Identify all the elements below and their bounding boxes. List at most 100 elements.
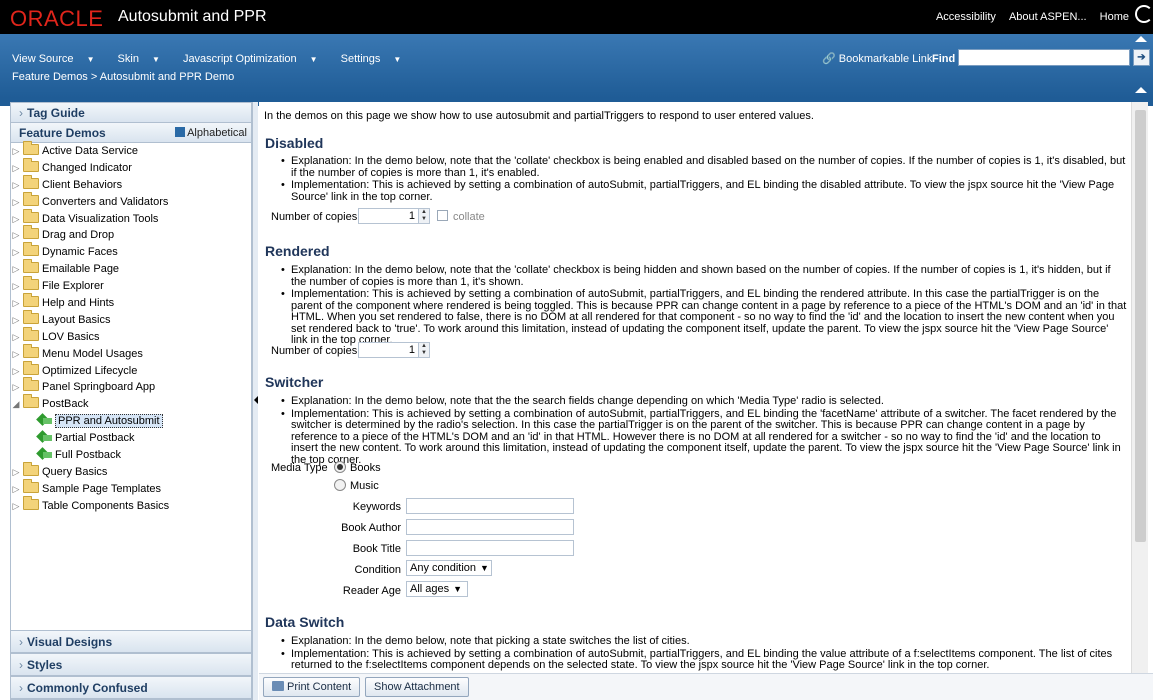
tree-node[interactable]: Full Postback <box>11 447 251 464</box>
media-books-radio[interactable] <box>334 461 346 473</box>
tree-node-label: Dynamic Faces <box>42 246 118 259</box>
section-switcher-title: Switcher <box>265 374 324 390</box>
show-attachment-label: Show Attachment <box>374 681 460 693</box>
printer-icon <box>272 681 284 691</box>
bookmarkable-link[interactable]: 🔗 Bookmarkable Link <box>822 52 932 65</box>
tree-node[interactable]: ▷ Emailable Page <box>11 259 251 278</box>
media-music-radio[interactable] <box>334 479 346 491</box>
tree-node[interactable]: ▷ Changed Indicator <box>11 157 251 177</box>
collapsed-triangle-icon[interactable]: ▷ <box>11 278 21 295</box>
book-title-input[interactable] <box>406 540 574 556</box>
show-attachment-button[interactable]: Show Attachment <box>365 677 469 697</box>
collapsed-triangle-icon[interactable]: ▷ <box>11 464 21 481</box>
tree-node[interactable]: ▷ Data Visualization Tools <box>11 208 251 228</box>
chevron-down-icon: ▼ <box>480 563 489 573</box>
menu-settings[interactable]: Settings ▼ <box>341 53 412 65</box>
tree-node[interactable]: ▷ Optimized Lifecycle <box>11 360 251 380</box>
condition-select[interactable]: Any condition ▼ <box>406 560 492 576</box>
chevron-right-icon: › <box>19 658 23 672</box>
tree-node[interactable]: ▷ Menu Model Usages <box>11 343 251 363</box>
book-author-input[interactable] <box>406 519 574 535</box>
collapsed-triangle-icon[interactable]: ▷ <box>11 346 21 363</box>
app-title: Autosubmit and PPR <box>118 8 267 25</box>
collapsed-triangle-icon[interactable]: ▷ <box>11 244 21 261</box>
collate-checkbox[interactable] <box>437 210 448 221</box>
about-link[interactable]: About ASPEN... <box>1009 11 1087 23</box>
tree-node-label: Panel Springboard App <box>42 381 156 394</box>
collapsed-triangle-icon[interactable]: ▷ <box>11 211 21 228</box>
tree-node[interactable]: ▷ Panel Springboard App <box>11 377 251 396</box>
tree-node[interactable]: Partial Postback <box>11 430 251 447</box>
copies-label: Number of copies <box>271 211 358 223</box>
tree-node[interactable]: ▷ Client Behaviors <box>11 174 251 194</box>
tree-node[interactable]: ▷ Active Data Service <box>11 141 251 160</box>
accordion-feature-demos[interactable]: Feature Demos Alphabetical <box>11 123 251 143</box>
copies-spinner[interactable]: 1 ▲ ▼ <box>358 342 430 358</box>
branding-bar: ORACLE Autosubmit and PPR Accessibility … <box>0 0 1153 34</box>
accordion-tag-guide[interactable]: › Tag Guide <box>11 103 251 123</box>
tree-node-label: Optimized Lifecycle <box>42 364 138 377</box>
folder-icon <box>23 141 39 155</box>
tree-node[interactable]: ▷ Sample Page Templates <box>11 478 251 498</box>
collapsed-triangle-icon[interactable]: ▷ <box>11 194 21 211</box>
expanded-triangle-icon[interactable]: ◢ <box>11 396 21 413</box>
keywords-input[interactable] <box>406 498 574 514</box>
tree-node[interactable]: ▷ Dynamic Faces <box>11 242 251 261</box>
spinner-arrows-icon[interactable]: ▲ ▼ <box>418 343 429 357</box>
tree-node-label: Full Postback <box>55 449 122 462</box>
folder-icon <box>23 208 39 223</box>
main-scrollbar[interactable] <box>1131 102 1148 673</box>
tree-node[interactable]: ▷ Layout Basics <box>11 309 251 329</box>
collapsed-triangle-icon[interactable]: ▷ <box>11 143 21 160</box>
copies-spinner[interactable]: 1 ▲ ▼ <box>358 208 430 224</box>
tree-node[interactable]: ▷ Drag and Drop <box>11 225 251 244</box>
collapsed-triangle-icon[interactable]: ▷ <box>11 177 21 194</box>
tree-node[interactable]: ▷ File Explorer <box>11 276 251 295</box>
alphabetical-toggle[interactable]: Alphabetical <box>175 123 247 143</box>
find-label: Find <box>932 53 956 65</box>
collapsed-triangle-icon[interactable]: ▷ <box>11 261 21 278</box>
collapsed-triangle-icon[interactable]: ▷ <box>11 227 21 244</box>
collapsed-triangle-icon[interactable]: ▷ <box>11 379 21 396</box>
accordion-visual-designs[interactable]: › Visual Designs <box>11 630 251 653</box>
tree-node[interactable]: ▷ Converters and Validators <box>11 191 251 211</box>
collapsed-triangle-icon[interactable]: ▷ <box>11 498 21 515</box>
panel-splitter[interactable] <box>252 102 258 700</box>
tree-node[interactable]: ▷ Help and Hints <box>11 293 251 312</box>
find-go-button[interactable]: ➔ <box>1133 49 1150 66</box>
accordion-commonly-confused[interactable]: › Commonly Confused <box>11 676 251 699</box>
menu-view-source[interactable]: View Source ▼ <box>12 53 104 65</box>
print-content-button[interactable]: Print Content <box>263 677 361 697</box>
media-type-label: Media Type <box>271 462 328 474</box>
collapsed-triangle-icon[interactable]: ▷ <box>11 312 21 329</box>
spinner-arrows-icon[interactable]: ▲ ▼ <box>418 209 429 223</box>
folder-icon <box>23 495 39 510</box>
scrollbar-thumb[interactable] <box>1135 110 1146 542</box>
reader-age-select[interactable]: All ages ▼ <box>406 581 468 597</box>
sort-alpha-icon <box>175 127 186 137</box>
collapse-up-icon[interactable] <box>1135 36 1147 42</box>
accordion-styles[interactable]: › Styles <box>11 653 251 676</box>
find-input[interactable] <box>958 49 1130 66</box>
tree-node[interactable]: ▷ Query Basics <box>11 461 251 481</box>
collapse-left-icon[interactable] <box>254 396 258 404</box>
home-link[interactable]: Home <box>1100 11 1129 23</box>
collapsed-triangle-icon[interactable]: ▷ <box>11 363 21 380</box>
collapsed-triangle-icon[interactable]: ▷ <box>11 295 21 312</box>
tree-node[interactable]: PPR and Autosubmit <box>11 413 251 430</box>
chevron-right-icon: › <box>19 635 23 649</box>
collapse-up-icon[interactable] <box>1135 87 1147 93</box>
tree-node[interactable]: ◢ PostBack <box>11 394 251 413</box>
menu-javascript-optimization[interactable]: Javascript Optimization ▼ <box>183 53 328 65</box>
accessibility-link[interactable]: Accessibility <box>936 11 996 23</box>
menu-skin[interactable]: Skin ▼ <box>118 53 170 65</box>
menu-settings-label: Settings <box>340 53 381 65</box>
chevron-right-icon: › <box>19 681 23 695</box>
collapsed-triangle-icon[interactable]: ▷ <box>11 160 21 177</box>
collapsed-triangle-icon[interactable]: ▷ <box>11 329 21 346</box>
tree-node[interactable]: ▷ Table Components Basics <box>11 495 251 515</box>
tree-node[interactable]: ▷ LOV Basics <box>11 326 251 346</box>
tree-node-label: Active Data Service <box>42 145 138 157</box>
folder-icon <box>23 174 39 189</box>
collapsed-triangle-icon[interactable]: ▷ <box>11 481 21 498</box>
